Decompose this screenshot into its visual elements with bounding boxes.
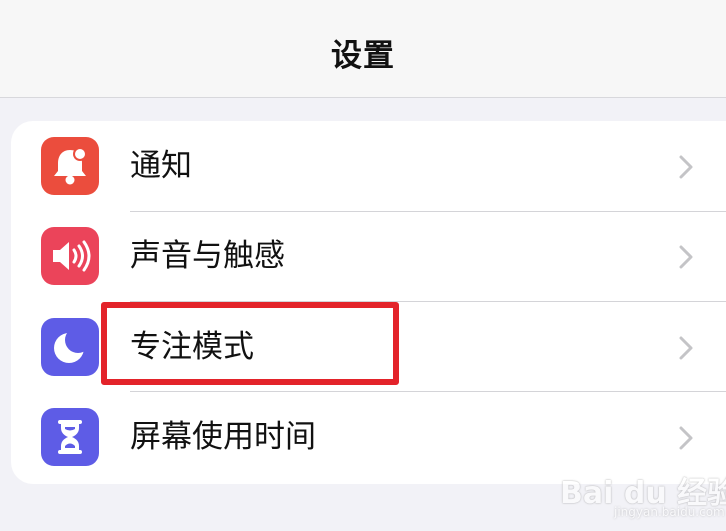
settings-item-sounds-haptics[interactable]: 声音与触感 [11, 211, 726, 301]
chevron-right-icon [679, 245, 693, 269]
chevron-right-icon [679, 426, 693, 450]
settings-screen: 设置 通知 声音与触感 专注模式 屏幕使用时间 Bai du 经验 jingya… [0, 0, 726, 531]
speaker-wave-icon [41, 227, 99, 285]
watermark-url: jingyan.baidu.com [614, 505, 725, 519]
moon-icon [41, 318, 99, 376]
settings-item-label: 屏幕使用时间 [130, 419, 316, 455]
hourglass-icon [41, 408, 99, 466]
highlight-annotation-box [101, 302, 399, 385]
settings-item-label: 声音与触感 [130, 238, 285, 274]
speaker-wave-icon-graphic [53, 240, 91, 272]
settings-item-label: 通知 [130, 148, 192, 184]
navigation-bar: 设置 [0, 0, 726, 98]
bell-badge-icon-graphic [54, 147, 87, 185]
chevron-right-icon [679, 336, 693, 360]
page-title: 设置 [331, 38, 395, 74]
chevron-right-icon [679, 155, 693, 179]
moon-icon-graphic [54, 327, 91, 363]
baidu-watermark-logo: Bai du 经验 jingyan.baidu.com [556, 460, 726, 520]
hourglass-icon-graphic [58, 420, 82, 454]
settings-item-notifications[interactable]: 通知 [11, 121, 726, 211]
bell-badge-icon [41, 137, 99, 195]
